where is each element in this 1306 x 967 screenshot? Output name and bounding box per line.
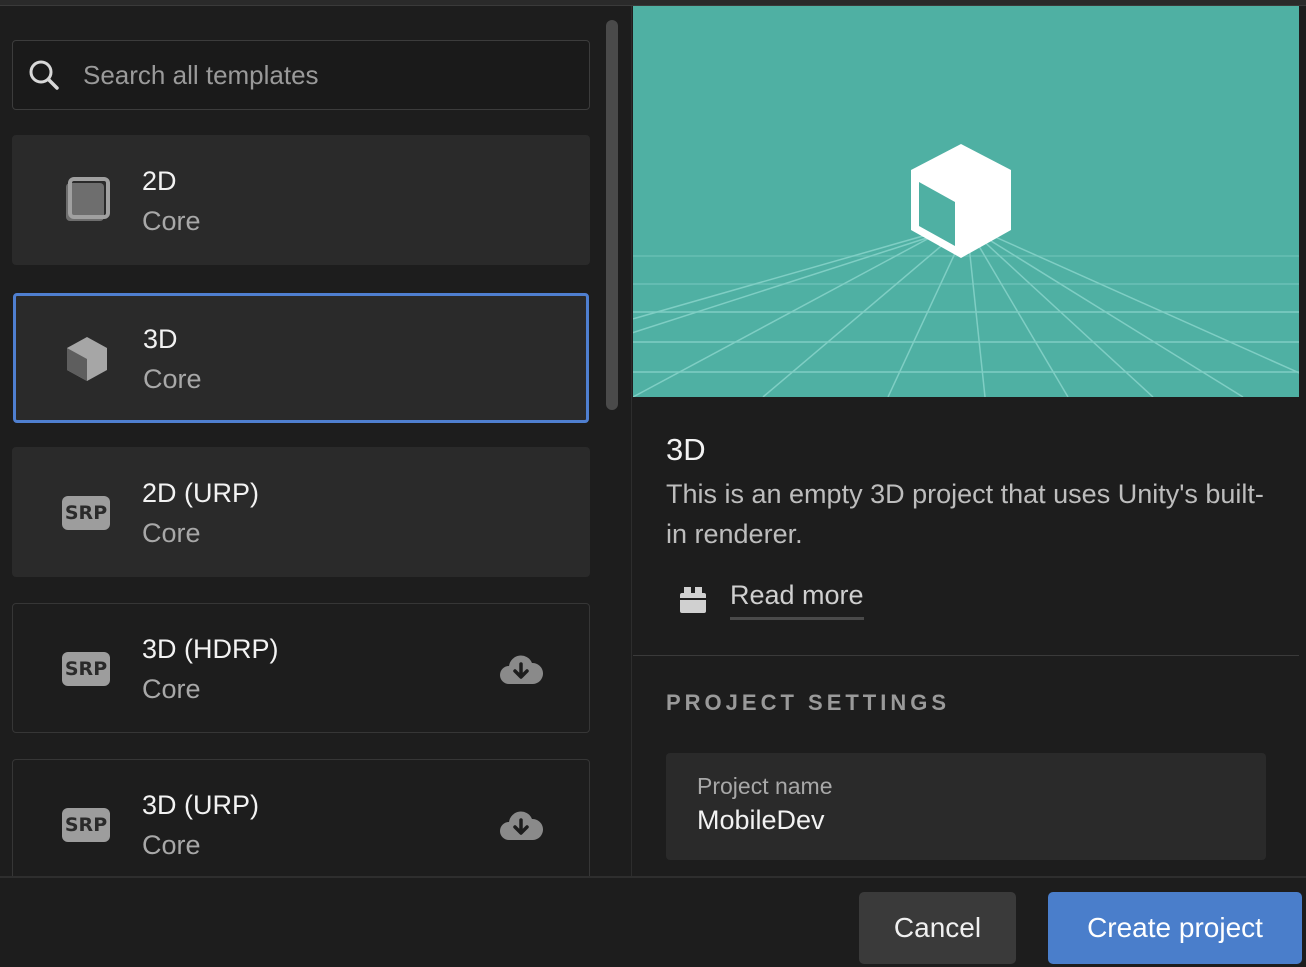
srp-badge-icon: SRP: [59, 644, 113, 694]
template-detail-title: 3D: [666, 432, 706, 467]
cancel-button[interactable]: Cancel: [859, 892, 1016, 964]
section-divider: [633, 655, 1299, 656]
srp-badge-icon: SRP: [59, 488, 113, 538]
template-title: 3D (HDRP): [142, 634, 279, 664]
template-title: 2D (URP): [142, 478, 260, 508]
cloud-download-icon[interactable]: [499, 652, 544, 688]
template-card-2d[interactable]: 2D Core: [12, 135, 590, 265]
srp-badge-icon: SRP: [59, 800, 113, 850]
cube-3d-icon: [60, 334, 114, 384]
read-more-link[interactable]: Read more: [678, 580, 864, 620]
template-title: 3D (URP): [142, 790, 260, 820]
search-input[interactable]: [83, 59, 563, 91]
template-card-3d[interactable]: 3D Core: [13, 293, 589, 423]
dialog-footer: Cancel Create project: [0, 876, 1306, 967]
square-2d-icon: [59, 176, 113, 226]
search-icon: [27, 58, 61, 92]
project-name-label: Project name: [697, 773, 833, 799]
template-title: 3D: [143, 324, 178, 354]
template-preview-image: [633, 6, 1299, 397]
template-list-panel: 2D Core 3D Core SRP 2D (URP) Core SRP 3D…: [0, 6, 632, 876]
template-card-2d-urp[interactable]: SRP 2D (URP) Core: [12, 447, 590, 577]
srp-badge: SRP: [62, 652, 110, 686]
template-title: 2D: [142, 166, 177, 196]
create-project-button[interactable]: Create project: [1048, 892, 1302, 964]
project-name-input[interactable]: [697, 805, 1237, 836]
template-subtitle: Core: [142, 206, 201, 236]
template-subtitle: Core: [142, 830, 201, 860]
template-subtitle: Core: [142, 518, 201, 548]
project-name-field[interactable]: Project name: [666, 753, 1266, 860]
template-detail-description: This is an empty 3D project that uses Un…: [666, 479, 1264, 549]
project-settings-heading: PROJECT SETTINGS: [666, 690, 951, 715]
cloud-download-icon[interactable]: [499, 808, 544, 844]
template-card-3d-urp[interactable]: SRP 3D (URP) Core: [12, 759, 590, 876]
read-more-label[interactable]: Read more: [730, 580, 864, 620]
panel-divider: [631, 6, 632, 876]
book-icon: [678, 585, 708, 615]
srp-badge: SRP: [62, 808, 110, 842]
srp-badge: SRP: [62, 496, 110, 530]
template-subtitle: Core: [143, 364, 202, 394]
search-box[interactable]: [12, 40, 590, 110]
template-list-scrollbar[interactable]: [606, 20, 618, 410]
template-card-3d-hdrp[interactable]: SRP 3D (HDRP) Core: [12, 603, 590, 733]
template-subtitle: Core: [142, 674, 201, 704]
